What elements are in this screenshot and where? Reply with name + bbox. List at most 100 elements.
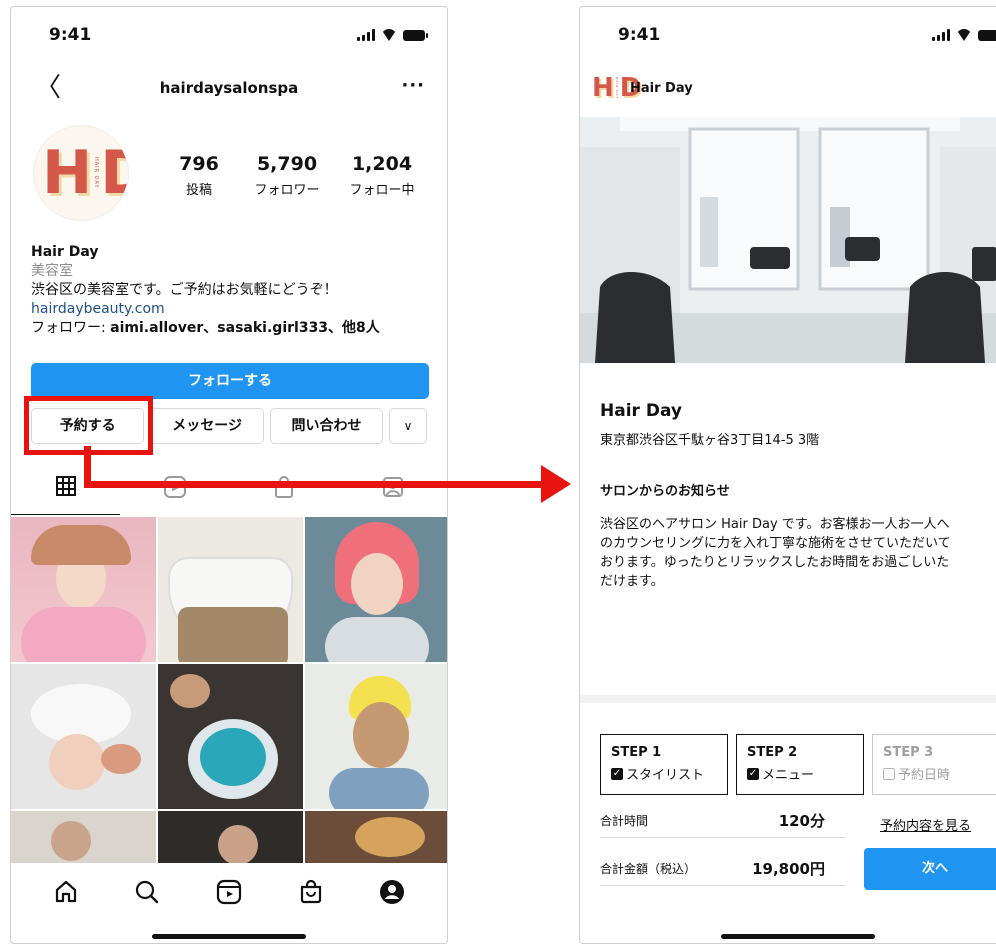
step-datetime[interactable]: STEP 3 予約日時 <box>872 734 996 795</box>
instagram-profile-screen: 9:41 〈 hairdaysalonspa ··· H HAIR DAY D … <box>10 6 448 944</box>
salon-address: 東京都渋谷区千駄ヶ谷3丁目14-5 3階 <box>600 433 820 448</box>
grid-icon <box>55 476 76 496</box>
message-button[interactable]: メッセージ <box>150 408 264 444</box>
grid-photo[interactable] <box>158 664 303 809</box>
tab-tagged[interactable] <box>338 469 447 515</box>
more-options-icon[interactable]: ··· <box>401 75 425 96</box>
grid-photo[interactable] <box>305 811 447 863</box>
step-title: STEP 1 <box>611 745 662 760</box>
stat-following-count: 1,204 <box>351 153 413 175</box>
profile-stats: 796 投稿 5,790 フォロワー 1,204 フォロー中 <box>161 153 427 198</box>
bio-link[interactable]: hairdaybeauty.com <box>31 300 431 319</box>
step-value: スタイリスト <box>626 768 705 783</box>
total-price-value: 19,800円 <box>752 860 825 878</box>
tab-grid[interactable] <box>11 469 120 515</box>
total-time-label: 合計時間 <box>600 814 649 828</box>
tab-reels[interactable] <box>120 469 229 515</box>
booking-brand-name: Hair Day <box>630 81 693 96</box>
bio-description: 渋谷区の美容室です。ご予約はお気軽にどうぞ！ <box>31 282 338 298</box>
battery-icon <box>978 30 996 41</box>
home-indicator <box>152 934 306 939</box>
grid-photo[interactable] <box>305 664 447 809</box>
total-price-label: 合計金額（税込） <box>600 862 697 876</box>
salon-interior-image <box>580 117 996 363</box>
step-stylist[interactable]: STEP 1 ✓ スタイリスト <box>600 734 728 795</box>
grid-photo[interactable] <box>11 664 156 809</box>
stat-followers[interactable]: 5,790 フォロワー <box>237 153 337 198</box>
grid-photo[interactable] <box>305 517 447 662</box>
view-booking-details-link[interactable]: 予約内容を見る <box>880 815 971 834</box>
salon-news-body: 渋谷区のヘアサロン Hair Day です。お客様お一人お一人へ のカウンセリン… <box>600 517 951 589</box>
logo-letter-h: H <box>592 73 614 103</box>
follow-button[interactable]: フォローする <box>31 363 429 399</box>
booking-steps: STEP 1 ✓ スタイリスト STEP 2 ✓ メニュー STEP 3 予約日時 <box>600 734 996 795</box>
next-button[interactable]: 次へ <box>864 848 996 890</box>
flow-arrow-head <box>541 465 571 503</box>
salon-news-title: サロンからのお知らせ <box>600 484 730 499</box>
total-time-value: 120分 <box>778 812 825 830</box>
step-title: STEP 2 <box>747 745 798 760</box>
logo-letter-h: H <box>42 138 93 208</box>
total-time-row: 合計時間 120分 <box>600 808 845 838</box>
followed-by-names: aimi.allover、sasaki.girl333、他8人 <box>110 320 380 336</box>
salon-photo <box>580 117 996 363</box>
home-indicator <box>721 934 875 939</box>
bio-followed-by[interactable]: フォロワー: aimi.allover、sasaki.girl333、他8人 <box>31 319 431 338</box>
followed-by-prefix: フォロワー: <box>31 320 111 336</box>
status-bar: 9:41 <box>580 7 996 59</box>
stat-following[interactable]: 1,204 フォロー中 <box>337 153 427 198</box>
status-time: 9:41 <box>618 25 661 45</box>
profile-username: hairdaysalonspa <box>159 79 299 97</box>
step-value: メニュー <box>762 768 815 783</box>
grid-photo[interactable] <box>158 811 303 863</box>
signal-icon <box>932 29 950 41</box>
stat-posts-label: 投稿 <box>185 183 212 198</box>
bio-name: Hair Day <box>31 244 99 260</box>
logo-letter-d: D <box>100 140 128 206</box>
stat-followers-label: フォロワー <box>254 183 320 198</box>
shop-icon[interactable] <box>298 879 324 905</box>
status-icons <box>357 29 428 41</box>
grid-photo[interactable] <box>158 517 303 662</box>
profile-avatar[interactable]: H HAIR DAY D <box>33 125 129 221</box>
profile-icon[interactable] <box>379 879 405 905</box>
status-icons <box>932 29 996 41</box>
content-tabs <box>11 469 447 515</box>
step-value: 予約日時 <box>898 768 951 783</box>
tab-shop[interactable] <box>229 469 338 515</box>
bottom-nav-bar <box>11 861 447 923</box>
logo-text: HAIR DAY <box>614 76 619 100</box>
search-icon[interactable] <box>134 879 160 905</box>
checkbox-checked-icon: ✓ <box>747 767 759 780</box>
grid-photo[interactable] <box>11 811 156 863</box>
wifi-icon <box>956 29 972 41</box>
grid-photo[interactable] <box>11 517 156 662</box>
stat-followers-count: 5,790 <box>256 153 318 175</box>
signal-icon <box>357 29 375 41</box>
checkbox-checked-icon: ✓ <box>611 767 623 780</box>
photo-grid <box>11 517 447 863</box>
stat-posts-count: 796 <box>179 153 219 175</box>
section-divider <box>580 695 996 703</box>
chevron-down-icon[interactable]: ∨ <box>389 408 427 444</box>
step-menu[interactable]: STEP 2 ✓ メニュー <box>736 734 864 795</box>
salon-name: Hair Day <box>600 401 682 421</box>
total-price-row: 合計金額（税込） 19,800円 <box>600 856 845 886</box>
status-time: 9:41 <box>49 25 92 45</box>
step-value-row: 予約日時 <box>883 764 989 783</box>
bio-category: 美容室 <box>31 263 73 279</box>
salon-info: Hair Day 東京都渋谷区千駄ヶ谷3丁目14-5 3階 サロンからのお知らせ… <box>600 401 996 591</box>
step-value-row: ✓ スタイリスト <box>611 764 717 783</box>
reels-icon[interactable] <box>216 879 242 905</box>
contact-button[interactable]: 問い合わせ <box>269 408 384 444</box>
profile-bio: Hair Day 美容室 渋谷区の美容室です。ご予約はお気軽にどうぞ！ hair… <box>31 243 431 338</box>
stat-posts[interactable]: 796 投稿 <box>161 153 237 198</box>
home-icon[interactable] <box>53 879 79 905</box>
booking-header: H HAIR DAY D Hair Day <box>580 71 996 107</box>
step-title: STEP 3 <box>883 745 934 760</box>
booking-screen: 9:41 H HAIR DAY D Hair Day Hair Day 東京都渋… <box>579 6 996 944</box>
checkbox-empty-icon <box>883 767 895 780</box>
step-value-row: ✓ メニュー <box>747 764 853 783</box>
battery-icon <box>403 30 428 41</box>
status-bar: 9:41 <box>11 7 447 59</box>
